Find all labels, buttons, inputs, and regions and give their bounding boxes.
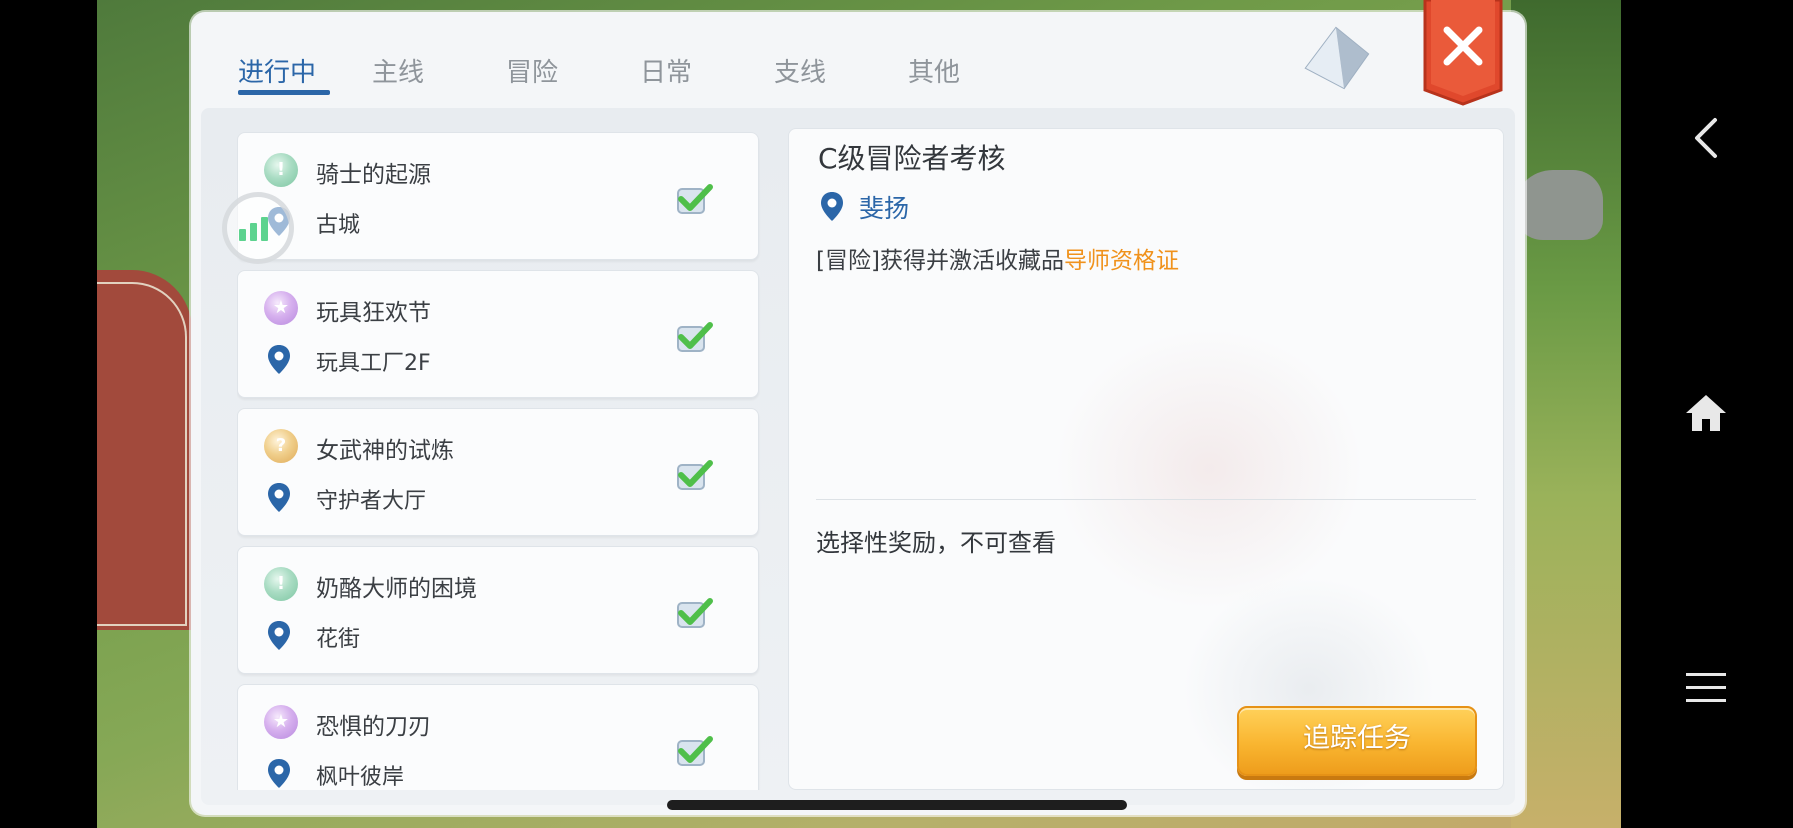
lawn-right <box>1511 0 1621 828</box>
location-pin-icon <box>268 345 290 374</box>
quest-detail-title: C级冒险者考核 <box>818 142 1006 175</box>
quest-card[interactable]: ! 奶酪大师的困境 花街 <box>237 546 759 674</box>
quest-tabs: 进行中 主线 冒险 日常 支线 其他 <box>238 38 1042 108</box>
divider <box>816 499 1476 500</box>
quest-item-highlight[interactable]: 导师资格证 <box>1064 248 1179 274</box>
checkbox-checked-icon[interactable] <box>674 457 714 493</box>
active-tab-underline <box>238 90 330 95</box>
quest-card[interactable]: ? 女武神的试炼 守护者大厅 <box>237 408 759 536</box>
location-pin-icon <box>268 483 290 512</box>
tab-daily[interactable]: 日常 <box>640 38 774 108</box>
hamburger-menu-icon <box>1686 673 1726 702</box>
system-navigation-bar <box>1621 0 1793 828</box>
home-button[interactable] <box>1671 378 1741 448</box>
quest-name: 恐惧的刀刃 <box>316 714 431 740</box>
quest-description-text: [冒险]获得并激活收藏品 <box>816 248 1064 274</box>
location-pin-icon <box>268 759 290 788</box>
side-quest-icon: ★ <box>264 291 298 325</box>
quest-card[interactable]: ! 骑士的起源 古城 <box>237 132 759 260</box>
reward-text: 选择性奖励，不可查看 <box>816 529 1056 557</box>
quest-card[interactable]: ★ 恐惧的刀刃 枫叶彼岸 <box>237 684 759 790</box>
home-indicator-bar[interactable] <box>667 800 1127 810</box>
tab-side[interactable]: 支线 <box>774 38 908 108</box>
tab-adventure[interactable]: 冒险 <box>506 38 640 108</box>
quest-location: 枫叶彼岸 <box>316 765 405 790</box>
quest-name: 女武神的试炼 <box>316 438 454 464</box>
quest-detail-pane: C级冒险者考核 斐扬 [冒险]获得并激活收藏品导师资格证 选择性奖励，不可查看 <box>788 128 1504 790</box>
chevron-left-icon <box>1695 118 1717 158</box>
menu-button[interactable] <box>1671 653 1741 723</box>
main-quest-icon: ! <box>264 567 298 601</box>
quest-location: 花街 <box>316 627 361 652</box>
quest-card[interactable]: ★ 玩具狂欢节 玩具工厂2F <box>237 270 759 398</box>
tab-other[interactable]: 其他 <box>908 38 1042 108</box>
crystal-emblem-icon <box>1304 26 1370 90</box>
quest-name: 骑士的起源 <box>316 162 431 188</box>
checkbox-checked-icon[interactable] <box>674 733 714 769</box>
tab-main[interactable]: 主线 <box>372 38 506 108</box>
checkbox-checked-icon[interactable] <box>674 181 714 217</box>
quest-name: 奶酪大师的困境 <box>316 576 477 602</box>
network-signal-indicator[interactable] <box>222 192 294 264</box>
quest-name: 玩具狂欢节 <box>316 300 431 326</box>
checkbox-checked-icon[interactable] <box>674 595 714 631</box>
main-quest-icon: ! <box>264 153 298 187</box>
tab-in-progress[interactable]: 进行中 <box>238 38 372 108</box>
quest-list[interactable]: ! 骑士的起源 古城 ★ 玩具狂欢节 玩具工厂2F ? 女武神的试炼 守护者大厅… <box>237 130 761 790</box>
location-pin-icon <box>821 192 843 221</box>
track-line <box>97 282 187 626</box>
checkbox-checked-icon[interactable] <box>674 319 714 355</box>
home-icon <box>1686 395 1726 431</box>
side-quest-icon: ★ <box>264 705 298 739</box>
quest-location: 守护者大厅 <box>316 489 427 514</box>
adventure-quest-icon: ? <box>264 429 298 463</box>
quest-location: 古城 <box>316 213 361 238</box>
rock <box>1513 170 1603 240</box>
quest-location: 玩具工厂2F <box>316 351 431 376</box>
location-pin-icon <box>268 621 290 650</box>
quest-description: [冒险]获得并激活收藏品导师资格证 <box>816 241 1179 275</box>
back-button[interactable] <box>1671 103 1741 173</box>
track-quest-button[interactable]: 追踪任务 <box>1237 706 1477 776</box>
close-button[interactable] <box>1423 0 1503 110</box>
quest-npc-link[interactable]: 斐扬 <box>859 189 909 225</box>
